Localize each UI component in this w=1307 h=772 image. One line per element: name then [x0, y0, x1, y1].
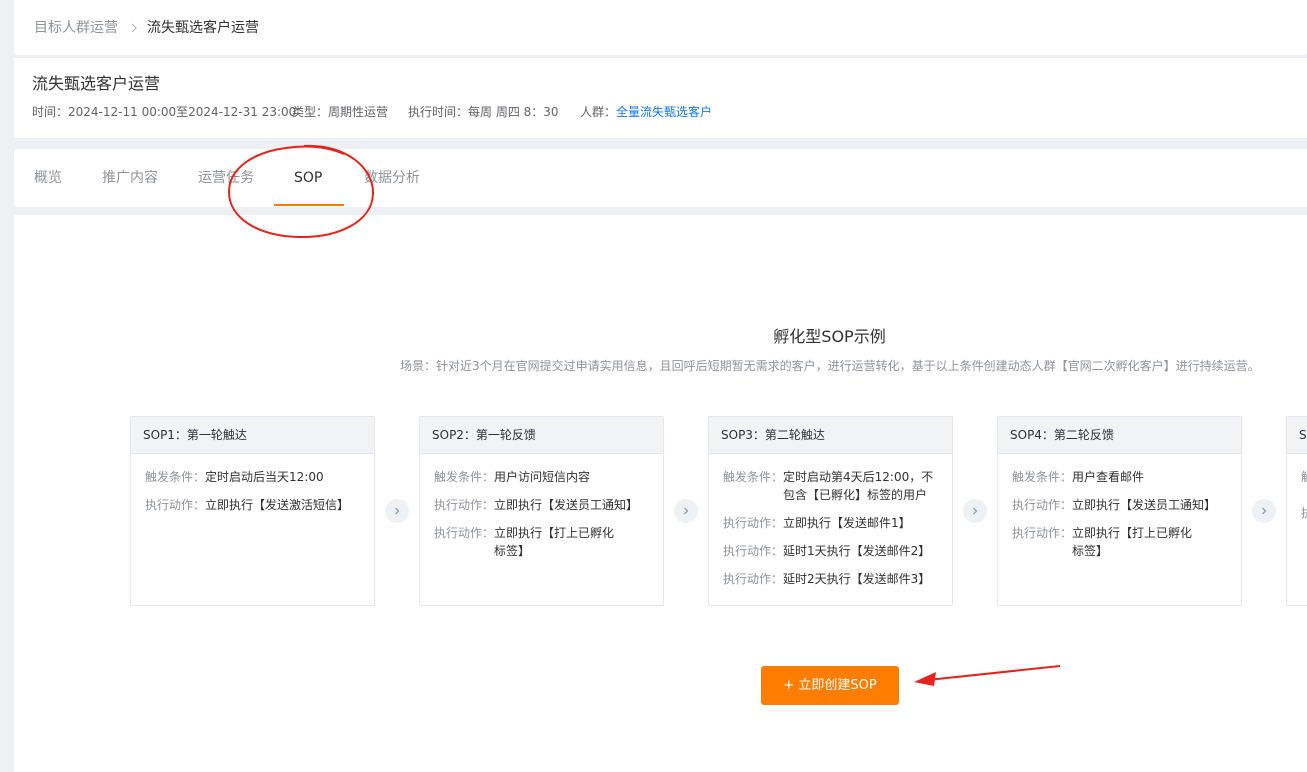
meta-type-label: 类型： [292, 105, 329, 119]
sop-card-row: 执行动作： 立即执行【发送员工通知】 [1012, 496, 1229, 514]
sop-card-row: 执行动作： 延时2天执行【发送邮件3】 [723, 570, 940, 588]
sop-card-title: SOP4：第二轮反馈 [998, 417, 1241, 454]
breadcrumb-parent-link[interactable]: 目标人群运营 [34, 19, 118, 37]
meta-time-label: 时间： [32, 105, 69, 119]
sop-card-1: SOP1：第一轮触达 触发条件： 定时启动后当天12:00 执行动作： 立即执行【发… [130, 416, 375, 606]
row-value: 立即执行【发送员工通知】 [494, 498, 639, 512]
sop-card-2: SOP2：第一轮反馈 触发条件： 用户访问短信内容 执行动作： 立即执行【发送员工通… [419, 416, 664, 606]
meta-exec-label: 执行时间： [408, 105, 469, 119]
sop-card-row: 执行动作： 立即执行【发送员工通知】 [434, 496, 651, 514]
meta-type: 类型：周期性运营 [292, 104, 388, 120]
meta-crowd: 人群：全量流失甄选客户 [580, 104, 712, 120]
tab-tasks[interactable]: 运营任务 [198, 169, 254, 187]
breadcrumb-current: 流失甄选客户运营 [147, 20, 259, 36]
sop-card-title: SOP1：第一轮触达 [131, 417, 374, 454]
sop-card-5-partial: S 触 执 [1286, 416, 1307, 606]
row-value: 定时启动后当天12:00 [205, 470, 324, 484]
breadcrumb: 目标人群运营 流失甄选客户运营 [14, 0, 1307, 55]
sop-card-row: 执行动作： 立即执行【打上已孵化标签】 [1012, 524, 1229, 560]
sop-card-row: 执行动作： 立即执行【打上已孵化标签】 [434, 524, 651, 560]
active-tab-indicator [274, 204, 344, 206]
row-value: 立即执行【发送员工通知】 [1072, 498, 1217, 512]
row-label: 执行动作： [145, 498, 206, 512]
meta-time: 时间：2024-12-11 00:00至2024-12-31 23:00 [32, 104, 296, 120]
row-value: 延时2天执行【发送邮件3】 [783, 572, 931, 586]
row-label: 执行动作： [723, 516, 784, 530]
sop-card-row: 触发条件： 用户查看邮件 [1012, 468, 1229, 486]
row-value: 立即执行【发送邮件1】 [783, 516, 911, 530]
sop-card-3: SOP3：第二轮触达 触发条件： 定时启动第4天后12:00，不包含【已孵化】标签… [708, 416, 953, 606]
page-title: 流失甄选客户运营 [32, 74, 161, 93]
sop-content: 孵化型SOP示例 场景：针对近3个月在官网提交过申请实用信息，且回呼后短期暂无需… [14, 215, 1307, 772]
campaign-info: 流失甄选客户运营 时间：2024-12-11 00:00至2024-12-31 … [14, 58, 1307, 138]
row-value: 立即执行【打上已孵化标签】 [494, 526, 615, 558]
sop-card-row: 执 [1301, 504, 1307, 522]
row-value: 定时启动第4天后12:00，不包含【已孵化】标签的用户 [783, 470, 934, 502]
row-label: 触发条件： [145, 470, 206, 484]
row-value: 立即执行【打上已孵化标签】 [1072, 526, 1193, 558]
chevron-right-icon [131, 23, 137, 33]
row-label: 执行动作： [1012, 526, 1073, 540]
row-label: 执行动作： [723, 572, 784, 586]
row-label: 执行动作： [723, 544, 784, 558]
row-value: 立即执行【发送激活短信】 [205, 498, 350, 512]
sop-card-title: S [1287, 417, 1307, 454]
chevron-right-icon [385, 499, 409, 523]
meta-crowd-label: 人群： [580, 105, 617, 119]
sop-card-row: 触发条件： 定时启动后当天12:00 [145, 468, 362, 486]
row-label: 触发条件： [434, 470, 495, 484]
row-label: 触 [1301, 468, 1307, 486]
meta-exec-value: 每周 周四 8：30 [468, 105, 559, 119]
sop-card-row: 触发条件： 定时启动第4天后12:00，不包含【已孵化】标签的用户 [723, 468, 940, 504]
meta-time-value: 2024-12-11 00:00至2024-12-31 23:00 [68, 105, 297, 119]
sop-card-row: 执行动作： 立即执行【发送邮件1】 [723, 514, 940, 532]
tab-overview[interactable]: 概览 [34, 169, 62, 187]
sop-card-title: SOP2：第一轮反馈 [420, 417, 663, 454]
chevron-right-icon [963, 499, 987, 523]
tab-promotion[interactable]: 推广内容 [102, 169, 158, 187]
sop-card-row: 执行动作： 延时1天执行【发送邮件2】 [723, 542, 940, 560]
row-value: 延时1天执行【发送邮件2】 [783, 544, 931, 558]
row-value: 用户查看邮件 [1072, 470, 1145, 484]
create-sop-button[interactable]: + 立即创建SOP [761, 666, 899, 705]
sop-card-row: 触发条件： 用户访问短信内容 [434, 468, 651, 486]
tab-bar: 概览 推广内容 运营任务 SOP 数据分析 [14, 149, 1307, 207]
sop-heading: 孵化型SOP示例 [773, 327, 886, 346]
row-label: 执行动作： [1012, 498, 1073, 512]
sop-card-row: 触 [1301, 468, 1307, 486]
sop-scene-description: 场景：针对近3个月在官网提交过申请实用信息，且回呼后短期暂无需求的客户，进行运营… [400, 359, 1260, 373]
row-label: 触发条件： [723, 470, 784, 484]
row-value: 用户访问短信内容 [494, 470, 591, 484]
meta-exec-time: 执行时间：每周 周四 8：30 [408, 104, 559, 120]
sop-card-4: SOP4：第二轮反馈 触发条件： 用户查看邮件 执行动作： 立即执行【发送员工通知】… [997, 416, 1242, 606]
crowd-link[interactable]: 全量流失甄选客户 [616, 105, 712, 119]
chevron-right-icon [1252, 499, 1276, 523]
tab-sop[interactable]: SOP [294, 169, 322, 187]
sop-card-row: 执行动作： 立即执行【发送激活短信】 [145, 496, 362, 514]
sop-card-title: SOP3：第二轮触达 [709, 417, 952, 454]
meta-type-value: 周期性运营 [328, 105, 389, 119]
chevron-right-icon [674, 499, 698, 523]
tab-analytics[interactable]: 数据分析 [364, 169, 420, 187]
row-label: 触发条件： [1012, 470, 1073, 484]
row-label: 执行动作： [434, 526, 495, 540]
row-label: 执 [1301, 504, 1307, 522]
row-label: 执行动作： [434, 498, 495, 512]
